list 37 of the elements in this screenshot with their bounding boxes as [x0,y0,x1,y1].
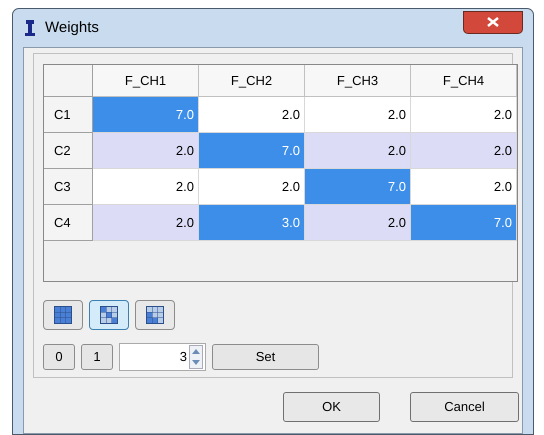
table-cell[interactable]: 2.0 [305,133,411,169]
table-cell[interactable]: 2.0 [93,205,199,241]
ok-button[interactable]: OK [283,392,380,422]
number-spinner[interactable]: 3 [119,343,206,371]
table-cell[interactable]: 2.0 [305,97,411,133]
grid-mode-button[interactable] [135,300,175,330]
table-cell[interactable]: 2.0 [411,169,517,205]
window-title: Weights [45,18,99,38]
row-header[interactable]: C4 [44,205,93,241]
value-button[interactable]: 1 [81,344,113,370]
table-cell[interactable]: 2.0 [199,97,305,133]
grid-icon [100,306,118,324]
close-button[interactable] [463,10,523,34]
table-cell[interactable]: 2.0 [305,205,411,241]
set-button[interactable]: Set [212,344,319,370]
grid-icon [146,306,164,324]
grid-mode-button[interactable] [89,300,129,330]
column-header[interactable]: F_CH1 [93,65,199,97]
row-header[interactable]: C3 [44,169,93,205]
cancel-button[interactable]: Cancel [410,392,519,422]
value-button[interactable]: 0 [43,344,75,370]
table-cell[interactable]: 2.0 [411,133,517,169]
spinner-value: 3 [180,348,188,366]
grid-mode-button[interactable] [43,300,83,330]
column-header[interactable]: F_CH3 [305,65,411,97]
table-cell[interactable]: 2.0 [93,169,199,205]
row-header[interactable]: C2 [44,133,93,169]
table-cell[interactable]: 2.0 [93,133,199,169]
column-header[interactable]: F_CH4 [411,65,517,97]
grid-icon [54,306,72,324]
spin-arrows-icon[interactable] [189,345,203,369]
column-header[interactable]: F_CH2 [199,65,305,97]
close-icon [487,17,499,27]
row-header[interactable]: C1 [44,97,93,133]
table-cell[interactable]: 2.0 [411,97,517,133]
table-cell[interactable]: 2.0 [199,169,305,205]
app-icon [23,19,37,37]
